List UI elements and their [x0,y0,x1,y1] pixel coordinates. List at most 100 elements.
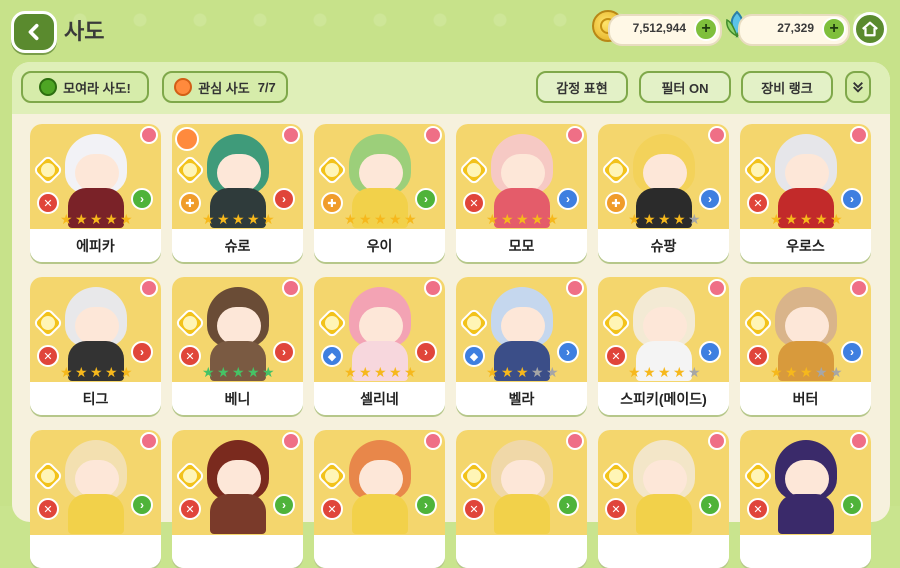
rank-star-icon: ★ [658,364,671,380]
class-icon: ✚ [321,192,343,214]
character-card[interactable]: ✕ › [314,430,445,568]
rank-star-icon: ★ [75,364,88,380]
interest-label: 관심 사도 [198,80,250,96]
favorite-flower-icon[interactable] [850,279,868,297]
character-card[interactable]: ✚ › ★ ★ ★ ★ ★ 우이 [314,124,445,262]
favorite-flower-icon[interactable] [282,279,300,297]
rank-stars: ★ ★ ★ ★ ★ [202,365,277,379]
favorite-flower-icon[interactable] [424,126,442,144]
character-card[interactable]: ✕ › ★ ★ ★ ★ ★ 베니 [172,277,303,415]
portrait-outfit [636,494,692,534]
portrait-face [501,154,545,192]
favorite-flower-icon[interactable] [282,432,300,450]
home-button[interactable] [853,12,887,46]
light-element-core [41,163,55,177]
light-element-core [609,316,623,330]
rank-star-icon: ★ [202,211,215,227]
rank-star-icon: ★ [389,211,402,227]
filter-button[interactable]: 필터 ON [639,71,731,103]
character-card[interactable]: ✕ › ★ ★ ★ ★ ★ 우로스 [740,124,871,262]
character-name: 베니 [172,382,303,415]
position-icon: › [841,341,863,363]
position-icon: › [131,188,153,210]
rank-star-icon: ★ [688,364,701,380]
class-icon: ✕ [463,192,485,214]
emotion-button[interactable]: 감정 표현 [536,71,628,103]
rank-stars: ★ ★ ★ ★ ★ [60,212,135,226]
favorite-flower-icon[interactable] [424,279,442,297]
portrait-face [501,460,545,498]
position-icon: › [273,494,295,516]
rank-star-icon: ★ [673,364,686,380]
light-element-core [183,316,197,330]
class-icon: ✕ [37,498,59,520]
class-icon: ✕ [747,345,769,367]
favorite-flower-icon[interactable] [140,126,158,144]
rank-stars: ★ ★ ★ ★ ★ [770,212,845,226]
character-card[interactable]: ✕ › ★ ★ ★ ★ ★ 에피카 [30,124,161,262]
favorite-flower-icon[interactable] [850,432,868,450]
class-icon: ✕ [605,498,627,520]
favorite-flower-icon[interactable] [140,279,158,297]
gather-button[interactable]: 모여라 사도! [21,71,149,103]
class-icon: ◆ [321,345,343,367]
rank-star-icon: ★ [815,211,828,227]
favorite-flower-icon[interactable] [708,126,726,144]
light-element-core [325,163,339,177]
rank-star-icon: ★ [546,211,559,227]
back-button[interactable] [11,11,57,53]
character-card[interactable]: ✕ › ★ ★ ★ ★ ★ 티그 [30,277,161,415]
favorite-flower-icon[interactable] [140,432,158,450]
character-name: 우이 [314,229,445,262]
rank-star-icon: ★ [359,364,372,380]
character-card[interactable]: ✕ › ★ ★ ★ ★ ★ 모모 [456,124,587,262]
favorite-flower-icon[interactable] [424,432,442,450]
interest-count: 7/7 [257,79,276,95]
character-card[interactable]: ✕ › [30,430,161,568]
light-element-core [609,469,623,483]
favorite-flower-icon[interactable] [850,126,868,144]
portrait-face [359,460,403,498]
character-card[interactable]: ✚ › ★ ★ ★ ★ ★ 슈팡 [598,124,729,262]
favorite-flower-icon[interactable] [566,126,584,144]
position-icon: › [841,494,863,516]
character-card[interactable]: ◆ › ★ ★ ★ ★ ★ 셀리네 [314,277,445,415]
favorite-flower-icon[interactable] [566,279,584,297]
page-title: 사도 [64,19,105,44]
light-element-core [41,316,55,330]
class-icon: ✕ [747,498,769,520]
rank-star-icon: ★ [202,364,215,380]
interest-button[interactable]: 관심 사도 7/7 [162,71,288,103]
light-element-core [751,469,765,483]
character-card[interactable]: ✚ › ★ ★ ★ ★ ★ 슈로 [172,124,303,262]
equip-rank-button[interactable]: 장비 랭크 [741,71,833,103]
character-card[interactable]: ✕ › ★ ★ ★ ★ ★ 스피키(메이드) [598,277,729,415]
position-icon: › [415,341,437,363]
rank-star-icon: ★ [486,364,499,380]
character-card[interactable]: ◆ › ★ ★ ★ ★ ★ 벨라 [456,277,587,415]
rank-star-icon: ★ [673,211,686,227]
class-icon: ✕ [37,192,59,214]
sort-toggle-button[interactable] [845,71,871,103]
position-icon: › [273,188,295,210]
class-icon: ✕ [463,498,485,520]
character-card[interactable]: ✕ › [456,430,587,568]
light-element-core [183,163,197,177]
favorite-flower-icon[interactable] [708,279,726,297]
add-gold-button[interactable]: + [694,17,718,41]
character-card[interactable]: ✕ › [598,430,729,568]
add-gem-button[interactable]: + [822,17,846,41]
favorite-flower-icon[interactable] [708,432,726,450]
favorite-flower-icon[interactable] [566,432,584,450]
rank-star-icon: ★ [90,211,103,227]
character-card[interactable]: ✕ › [172,430,303,568]
position-icon: › [699,494,721,516]
light-element-core [751,316,765,330]
rank-star-icon: ★ [785,211,798,227]
character-name: 우로스 [740,229,871,262]
character-name [172,535,303,568]
favorite-flower-icon[interactable] [282,126,300,144]
character-card[interactable]: ✕ › ★ ★ ★ ★ ★ 버터 [740,277,871,415]
character-name [30,535,161,568]
character-card[interactable]: ✕ › [740,430,871,568]
